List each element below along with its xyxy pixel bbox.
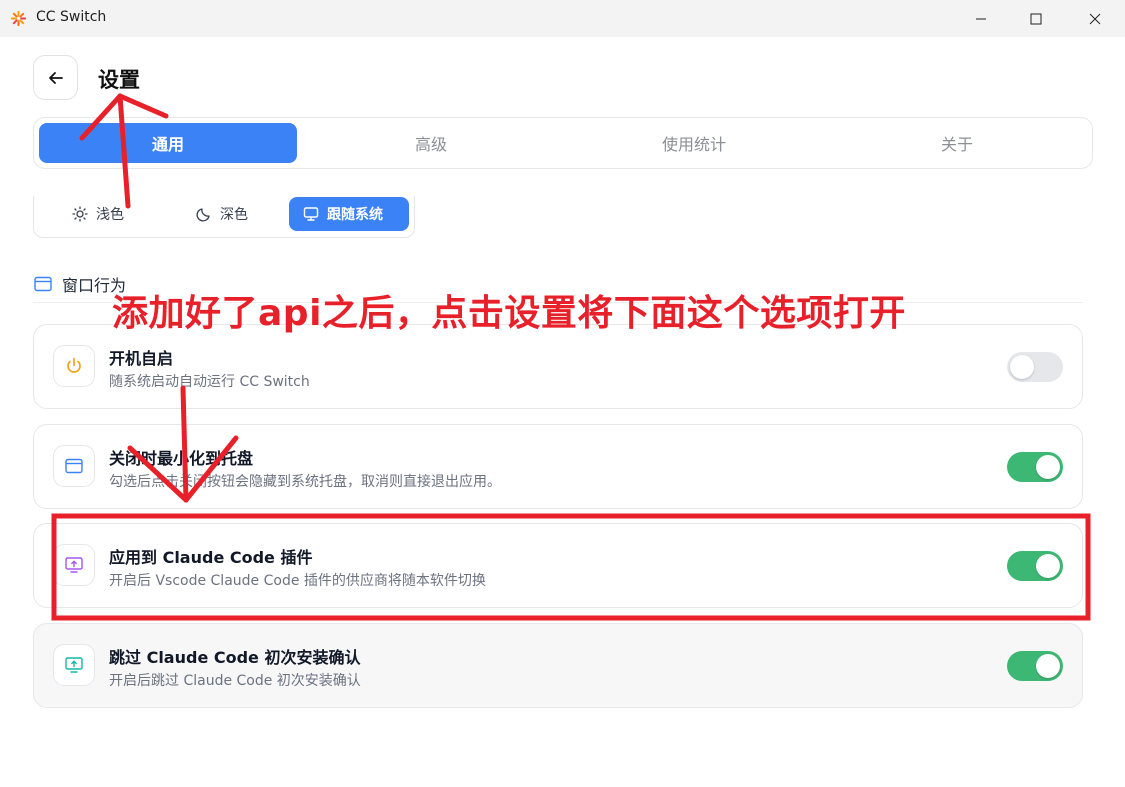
sun-icon <box>72 206 88 222</box>
setting-icon-box <box>53 644 95 686</box>
tab-advanced[interactable]: 高级 <box>302 123 560 163</box>
skip-install-confirm-toggle[interactable] <box>1007 651 1063 681</box>
title-bar: CC Switch <box>0 0 1125 37</box>
app-logo-icon <box>10 10 27 27</box>
theme-option-label: 跟随系统 <box>327 207 383 223</box>
settings-tabs: 通用 高级 使用统计 关于 <box>33 117 1093 169</box>
minimize-to-tray-toggle[interactable] <box>1007 452 1063 482</box>
theme-option-label: 浅色 <box>96 207 124 223</box>
claude-code-plugin-toggle[interactable] <box>1007 551 1063 581</box>
setting-description: 开启后跳过 Claude Code 初次安装确认 <box>109 673 361 689</box>
moon-icon <box>196 208 210 222</box>
setting-icon-box <box>53 445 95 487</box>
setting-icon-box <box>53 345 95 387</box>
page-title: 设置 <box>98 68 140 92</box>
setting-description: 开启后 Vscode Claude Code 插件的供应商将随本软件切换 <box>109 573 486 589</box>
toggle-knob <box>1036 554 1060 578</box>
minimize-icon <box>976 18 986 19</box>
toggle-knob <box>1010 355 1034 379</box>
setting-description: 勾选后点击关闭按钮会隐藏到系统托盘，取消则直接退出应用。 <box>109 474 501 490</box>
arrow-left-icon <box>48 71 63 84</box>
tab-general[interactable]: 通用 <box>39 123 297 163</box>
setting-title: 应用到 Claude Code 插件 <box>109 548 313 567</box>
setting-card-skip-claude-code-install-confirm: 跳过 Claude Code 初次安装确认 开启后跳过 Claude Code … <box>33 623 1083 708</box>
window-icon <box>34 276 52 292</box>
setting-title: 开机自启 <box>109 349 174 368</box>
setting-icon-box <box>53 544 95 586</box>
setting-title: 跳过 Claude Code 初次安装确认 <box>109 648 361 667</box>
window-title: CC Switch <box>36 9 107 25</box>
toggle-knob <box>1036 654 1060 678</box>
theme-option-label: 深色 <box>220 207 248 223</box>
setting-card-minimize-to-tray: 关闭时最小化到托盘 勾选后点击关闭按钮会隐藏到系统托盘，取消则直接退出应用。 <box>33 424 1083 509</box>
setting-card-autostart: 开机自启 随系统启动自动运行 CC Switch <box>33 324 1083 409</box>
setting-title: 关闭时最小化到托盘 <box>109 449 254 468</box>
monitor-icon <box>303 207 319 221</box>
monitor-upload-icon <box>65 557 83 573</box>
tab-usage-stats[interactable]: 使用统计 <box>565 123 823 163</box>
power-icon <box>67 357 81 373</box>
close-button[interactable] <box>1072 0 1118 37</box>
theme-selector: 浅色 深色 跟随系统 <box>33 196 415 238</box>
annotation-text: 添加好了api之后，点击设置将下面这个选项打开 <box>112 293 906 334</box>
minimize-button[interactable] <box>958 0 1004 37</box>
monitor-upload-icon <box>65 657 83 673</box>
window-icon <box>65 458 83 474</box>
theme-option-dark[interactable]: 深色 <box>182 197 262 231</box>
back-button[interactable] <box>33 55 78 100</box>
tab-about[interactable]: 关于 <box>828 123 1086 163</box>
theme-option-system[interactable]: 跟随系统 <box>289 197 409 231</box>
setting-description: 随系统启动自动运行 CC Switch <box>109 374 310 390</box>
setting-card-apply-claude-code-plugin: 应用到 Claude Code 插件 开启后 Vscode Claude Cod… <box>33 523 1083 608</box>
theme-option-light[interactable]: 浅色 <box>58 197 138 231</box>
toggle-knob <box>1036 455 1060 479</box>
autostart-toggle[interactable] <box>1007 352 1063 382</box>
maximize-button[interactable] <box>1013 0 1059 37</box>
maximize-icon <box>1030 13 1042 24</box>
close-icon <box>1089 13 1101 24</box>
